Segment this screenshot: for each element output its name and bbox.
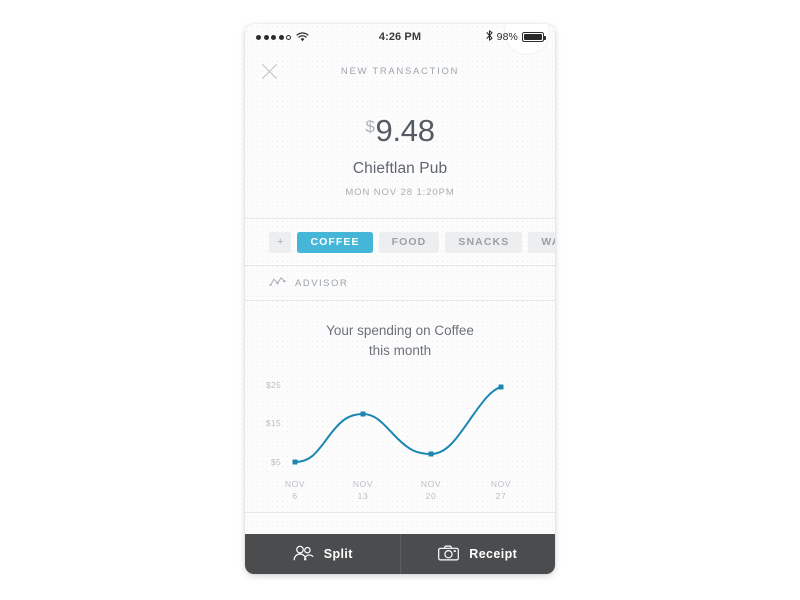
x-tick-nov-20-month: NOV xyxy=(420,479,442,490)
amount-value: 9.48 xyxy=(375,113,435,148)
bottom-action-bar: Split Receipt xyxy=(245,534,555,574)
transaction-amount: $9.48 xyxy=(245,115,555,146)
x-tick-nov-27-day: 27 xyxy=(495,491,507,502)
x-tick-nov-27: NOV 27 xyxy=(478,478,524,503)
tab-war[interactable]: WAR xyxy=(528,231,555,253)
y-tick-5: $5 xyxy=(270,457,281,468)
advisor-header: ADVISOR xyxy=(245,266,555,300)
receipt-label: Receipt xyxy=(469,547,518,561)
wifi-icon xyxy=(296,32,309,42)
x-tick-nov-20-day: 20 xyxy=(425,491,437,502)
currency-symbol: $ xyxy=(365,117,375,136)
divider-below-chart xyxy=(245,512,555,514)
x-tick-nov-6-day: 6 xyxy=(292,491,298,502)
y-tick-15: $15 xyxy=(265,418,281,429)
x-tick-nov-20: NOV 20 xyxy=(408,478,454,503)
battery-percent: 98% xyxy=(496,31,518,43)
bluetooth-icon xyxy=(486,30,493,44)
merchant-name[interactable]: Chieftlan Pub xyxy=(245,160,555,178)
page-title: NEW TRANSACTION xyxy=(340,66,460,77)
tab-coffee[interactable]: COFFEE xyxy=(297,231,373,253)
chart-title-line-1: Your spending on Coffee xyxy=(326,323,474,338)
advisor-label: ADVISOR xyxy=(295,277,349,289)
add-category-button[interactable]: + xyxy=(269,231,292,253)
split-button[interactable]: Split xyxy=(245,534,400,574)
advisor-chart-card: Your spending on Coffee this month $25 $… xyxy=(245,301,555,512)
status-bar: 4:26 PM 98% xyxy=(245,24,555,54)
tab-food[interactable]: FOOD xyxy=(378,231,440,253)
x-tick-nov-13: NOV 13 xyxy=(340,478,386,503)
tab-snacks[interactable]: SNACKS xyxy=(445,231,523,253)
spending-line-chart: $25 $15 $5 NOV 6 NOV 13 NOV 20 NOV 27 xyxy=(245,374,555,502)
chart-title-line-2: this month xyxy=(368,342,432,358)
y-tick-25: $25 xyxy=(265,380,281,391)
split-label: Split xyxy=(323,547,353,561)
signal-strength-icon xyxy=(256,34,291,40)
transaction-timestamp: MON NOV 28 1:20PM xyxy=(345,187,455,198)
x-tick-nov-6: NOV 6 xyxy=(272,478,318,503)
screenshot-canvas: 4:26 PM 98% NEW TRANSACTION $9.48 Chieft… xyxy=(0,0,800,600)
x-tick-nov-6-month: NOV xyxy=(284,479,306,490)
chart-title: Your spending on Coffee this month xyxy=(245,321,555,360)
camera-icon xyxy=(438,545,460,564)
close-icon[interactable] xyxy=(261,63,278,80)
nav-bar: NEW TRANSACTION xyxy=(245,50,555,93)
category-tabs[interactable]: + COFFEE FOOD SNACKS WAR xyxy=(245,219,555,265)
trend-line-icon xyxy=(269,274,286,292)
transaction-summary: $9.48 Chieftlan Pub MON NOV 28 1:20PM xyxy=(245,93,555,218)
x-tick-nov-13-month: NOV xyxy=(352,479,374,490)
status-left xyxy=(256,32,400,42)
phone-frame: 4:26 PM 98% NEW TRANSACTION $9.48 Chieft… xyxy=(245,24,555,574)
x-tick-nov-13-day: 13 xyxy=(357,491,369,502)
people-icon xyxy=(292,545,314,564)
receipt-button[interactable]: Receipt xyxy=(399,534,556,574)
x-tick-nov-27-month: NOV xyxy=(490,479,512,490)
status-right: 98% xyxy=(400,30,546,44)
battery-icon xyxy=(522,32,546,42)
